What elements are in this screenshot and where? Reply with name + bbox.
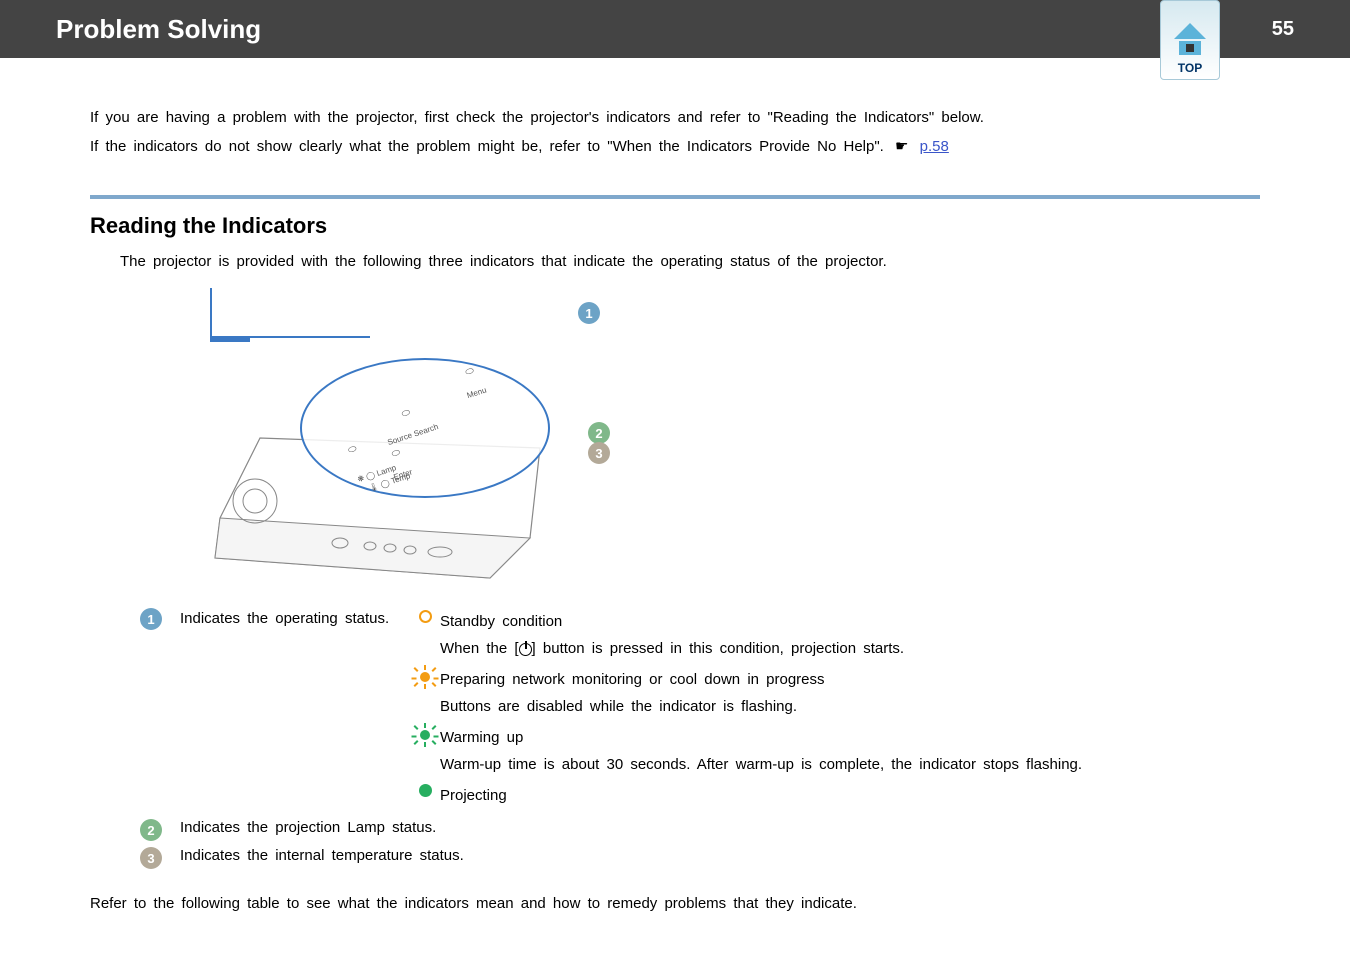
intro-line2-text: If the indicators do not show clearly wh… [90,138,884,155]
status-preparing-desc: Buttons are disabled while the indicator… [440,693,825,720]
legend-marker-1: 1 [140,608,162,630]
legend-label-2: Indicates the projection Lamp status. [180,819,436,836]
legend-row-2: 2 Indicates the projection Lamp status. [140,819,1260,841]
diagram-callout: ⬭Menu ⬭Source Search ⬭ ⬭Enter ❋ ◯ Lamp 🌡… [300,358,550,498]
legend-label-1: Indicates the operating status. [180,608,410,627]
status-preparing-title: Preparing network monitoring or cool dow… [440,666,825,693]
status-projecting: Projecting [410,782,1260,809]
intro-line1: If you are having a problem with the pro… [90,104,1260,133]
diagram-marker-3: 3 [588,442,610,464]
intro-line2: If the indicators do not show clearly wh… [90,133,1260,162]
page-title: Problem Solving [56,14,261,45]
closing-text: Refer to the following table to see what… [90,895,1260,912]
legend-marker-2: 2 [140,819,162,841]
led-orange-flash-icon [410,666,440,690]
top-label: TOP [1178,61,1202,75]
led-green-solid-icon [410,782,440,801]
home-icon-body [1179,41,1201,55]
legend-row-1: 1 Indicates the operating status. Standb… [140,608,1260,813]
legend-marker-3: 3 [140,847,162,869]
status-column: Standby condition When the [] button is … [410,608,1260,813]
status-standby: Standby condition When the [] button is … [410,608,1260,662]
diagram-marker-2: 2 [588,422,610,444]
leader-line-3 [210,340,250,342]
content-area: If you are having a problem with the pro… [0,58,1350,912]
section-title: Reading the Indicators [90,213,1260,239]
power-icon [519,643,532,656]
legend-row-3: 3 Indicates the internal temperature sta… [140,847,1260,869]
legend-area: 1 Indicates the operating status. Standb… [140,608,1260,869]
projector-diagram: ⬭Menu ⬭Source Search ⬭ ⬭Enter ❋ ◯ Lamp 🌡… [210,288,640,598]
status-projecting-title: Projecting [440,782,507,809]
status-warming: Warming up Warm-up time is about 30 seco… [410,724,1260,778]
diagram-marker-1: 1 [578,302,600,324]
page-link-58[interactable]: p.58 [920,138,949,155]
pointer-icon: ☛ [895,133,908,162]
top-home-button[interactable]: TOP [1160,0,1220,80]
page-number: 55 [1272,18,1294,41]
header-bar: Problem Solving TOP 55 [0,0,1350,58]
home-icon [1174,23,1206,39]
status-standby-title: Standby condition [440,608,904,635]
leader-line-1v [210,288,212,336]
led-orange-ring-icon [410,608,440,627]
status-warming-title: Warming up [440,724,1082,751]
status-preparing: Preparing network monitoring or cool dow… [410,666,1260,720]
status-standby-desc: When the [] button is pressed in this co… [440,635,904,662]
led-green-flash-icon [410,724,440,748]
section-desc: The projector is provided with the follo… [120,253,1260,270]
callout-labels: ⬭Menu ⬭Source Search ⬭ ⬭Enter ❋ ◯ Lamp 🌡… [324,353,526,504]
section-divider [90,195,1260,199]
status-warming-desc: Warm-up time is about 30 seconds. After … [440,751,1082,778]
legend-label-3: Indicates the internal temperature statu… [180,847,464,864]
